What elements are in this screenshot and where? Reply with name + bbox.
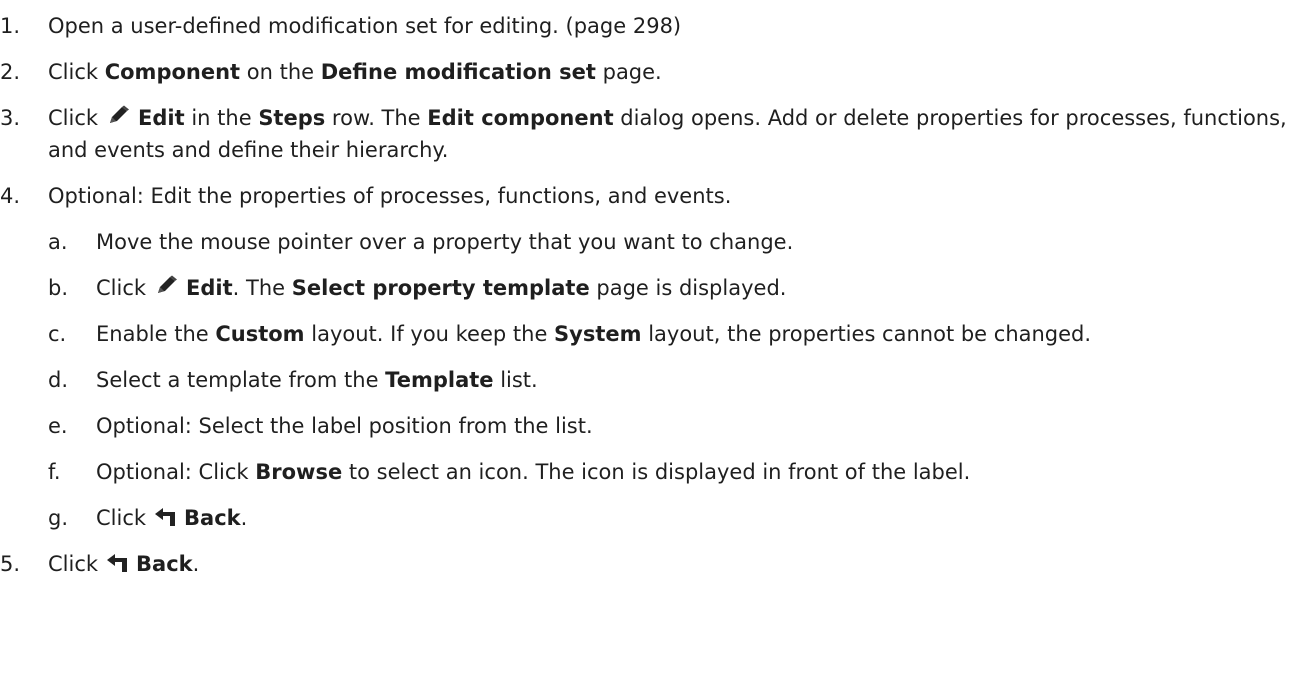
substep-item: b. Click Edit. The Select property templat… [48, 272, 1296, 304]
step-text: Click [96, 506, 147, 530]
substep-body: Optional: Click Browse to select an icon… [96, 456, 1296, 488]
back-arrow-icon [154, 507, 176, 527]
substep-body: Select a template from the Template list… [96, 364, 1296, 396]
step-text: row. The [325, 106, 428, 130]
step-body: Open a user-defined modification set for… [48, 10, 1296, 42]
step-text: Open a user-defined modification set for… [48, 14, 682, 38]
substep-item: d. Select a template from the Template li… [48, 364, 1296, 396]
step-body: Click Component on the Define modificati… [48, 56, 1296, 88]
step-text: Optional: Select the label position from… [96, 414, 593, 438]
step-text: Move the mouse pointer over a property t… [96, 230, 794, 254]
step-text: Select a template from the [96, 368, 386, 392]
step-text: . The [232, 276, 292, 300]
substep-item: g. Click Back. [48, 502, 1296, 534]
step-text: page is displayed. [589, 276, 787, 300]
ui-term: Back [136, 552, 193, 576]
step-text: Click [48, 106, 99, 130]
step-text: Click [48, 60, 105, 84]
back-arrow-icon [106, 553, 128, 573]
substep-item: e. Optional: Select the label position fr… [48, 410, 1296, 442]
step-item: 3. Click Edit in the Steps row. The Edit c… [0, 102, 1306, 166]
substep-letter: c. [48, 322, 67, 346]
substep-item: c. Enable the Custom layout. If you keep … [48, 318, 1296, 350]
substep-letter: f. [48, 460, 61, 484]
ui-term: Template [385, 368, 494, 392]
step-text: . [192, 552, 200, 576]
step-number: 1. [0, 14, 21, 38]
ui-term: Back [184, 506, 241, 530]
step-text: on the [240, 60, 321, 84]
ui-term: Steps [258, 106, 326, 130]
substep-item: f. Optional: Click Browse to select an ic… [48, 456, 1296, 488]
ui-term: Edit [186, 276, 233, 300]
step-item: 1. Open a user-defined modification set f… [0, 10, 1306, 42]
step-item: 2. Click Component on the Define modifica… [0, 56, 1306, 88]
step-text: . [240, 506, 248, 530]
ui-term: Component [104, 60, 241, 84]
ui-term: Define modification set [320, 60, 596, 84]
step-body: Click Back. [48, 548, 1296, 580]
step-text: page. [595, 60, 662, 84]
substep-letter: a. [48, 230, 68, 254]
substep-body: Click Back. [96, 502, 1296, 534]
substep-body: Click Edit. The Select property template … [96, 272, 1296, 304]
step-text: Click [48, 552, 99, 576]
ui-term: Edit component [427, 106, 614, 130]
substep-body: Enable the Custom layout. If you keep th… [96, 318, 1296, 350]
substep-letter: g. [48, 506, 69, 530]
ui-term: Custom [215, 322, 305, 346]
pencil-icon [154, 275, 178, 297]
instruction-list: 1. Open a user-defined modification set f… [0, 0, 1306, 580]
step-number: 5. [0, 552, 21, 576]
step-number: 4. [0, 184, 21, 208]
pencil-icon [106, 105, 130, 127]
substep-body: Move the mouse pointer over a property t… [96, 226, 1296, 258]
substep-body: Optional: Select the label position from… [96, 410, 1296, 442]
step-text: to select an icon. The icon is displayed… [342, 460, 971, 484]
step-text: Optional: Edit the properties of process… [48, 184, 732, 208]
ui-term: Browse [255, 460, 343, 484]
step-text: Optional: Click [96, 460, 256, 484]
ui-term: Edit [138, 106, 185, 130]
step-item: 4. Optional: Edit the properties of proce… [0, 180, 1306, 534]
ui-term: Select property template [291, 276, 590, 300]
substep-letter: d. [48, 368, 69, 392]
step-text: layout, the properties cannot be changed… [641, 322, 1092, 346]
substep-item: a. Move the mouse pointer over a property… [48, 226, 1296, 258]
step-text: in the [184, 106, 259, 130]
step-text: Enable the [96, 322, 216, 346]
step-number: 2. [0, 60, 21, 84]
step-item: 5. Click Back. [0, 548, 1306, 580]
substep-list: a. Move the mouse pointer over a property… [48, 226, 1296, 534]
step-text: list. [493, 368, 538, 392]
step-body: Optional: Edit the properties of process… [48, 180, 1296, 212]
step-number: 3. [0, 106, 21, 130]
step-text: layout. If you keep the [304, 322, 555, 346]
substep-letter: e. [48, 414, 68, 438]
step-text: Click [96, 276, 147, 300]
substep-letter: b. [48, 276, 69, 300]
ui-term: System [554, 322, 642, 346]
step-body: Click Edit in the Steps row. The Edit com… [48, 102, 1296, 166]
